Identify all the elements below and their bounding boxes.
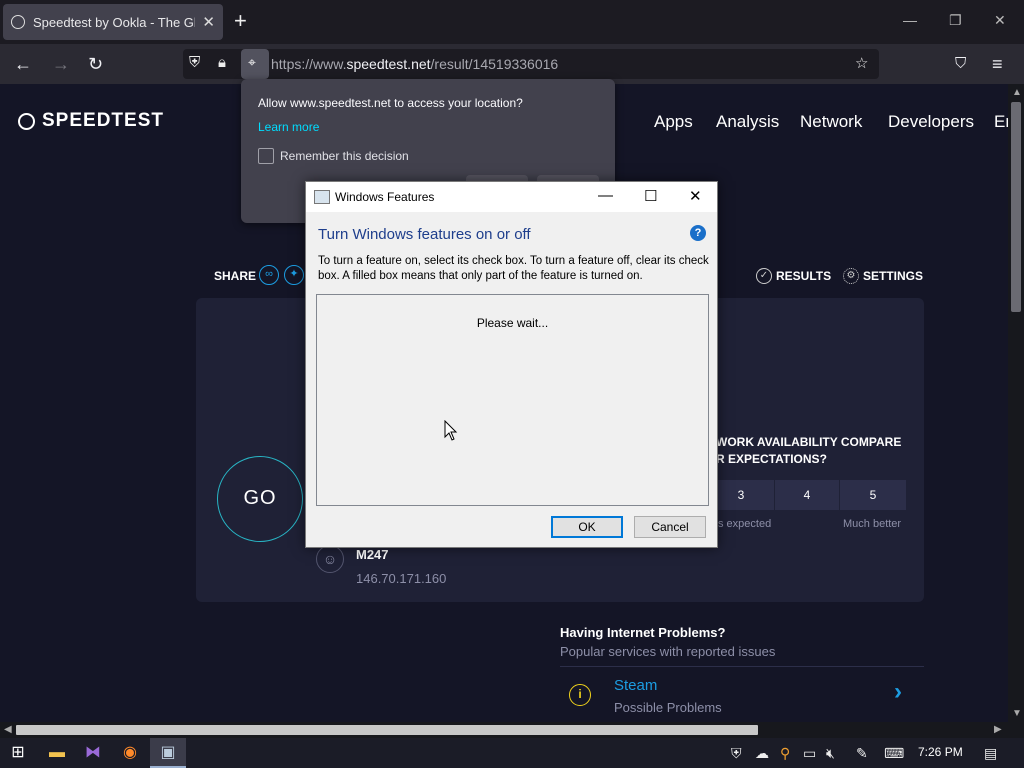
nav-language[interactable]: En — [994, 112, 1008, 132]
forward-icon[interactable]: → — [52, 53, 70, 75]
learn-more-link[interactable]: Learn more — [258, 120, 319, 134]
rating-high-label: Much better — [843, 518, 902, 530]
windows-features-dialog: Windows Features — ☐ ✕ Turn Windows feat… — [305, 181, 718, 548]
minimize-window-icon[interactable]: — — [903, 12, 917, 28]
go-button[interactable]: GO — [217, 456, 303, 542]
pen-icon[interactable]: ✎ — [856, 745, 868, 762]
twitter-icon[interactable]: ✦ — [284, 265, 304, 285]
rating-low-label: s expected — [718, 518, 772, 530]
windows-taskbar: ⊞ ▬ ⧓ ◉ ▣ ⛨ ☁ ⚲ ▭ 🔇︎ ✎ ⌨ 7:26 PM ▤ — [0, 738, 1024, 768]
results-link[interactable]: RESULTS — [776, 269, 831, 283]
share-label: SHARE — [214, 269, 257, 283]
nav-analysis[interactable]: Analysis — [716, 112, 779, 132]
settings-link[interactable]: SETTINGS — [863, 269, 923, 283]
dialog-title: Windows Features — [335, 190, 435, 204]
dialog-description: To turn a feature on, select its check b… — [318, 255, 709, 282]
mouse-pointer-icon — [444, 420, 458, 441]
speedtest-favicon-icon — [11, 15, 25, 29]
bookmark-star-icon[interactable]: ☆ — [855, 54, 868, 72]
settings-gear-icon[interactable]: ⚙ — [843, 268, 859, 284]
security-shield-icon[interactable]: ⛨ — [731, 745, 742, 762]
dialog-close-icon[interactable]: ✕ — [689, 187, 702, 205]
remember-decision-label[interactable]: Remember this decision — [280, 149, 409, 163]
tracking-protection-shield-icon[interactable]: ⛨ — [189, 54, 200, 71]
divider — [560, 666, 924, 667]
speedtest-gauge-icon — [18, 112, 35, 130]
visual-studio-icon[interactable]: ⧓ — [75, 738, 111, 768]
browser-nav-bar: ← → ↻ ⛨ 🔒︎ ⌖ https://www.speedtest.net/r… — [0, 44, 1024, 84]
results-check-icon[interactable]: ✓ — [756, 268, 772, 284]
scroll-up-icon[interactable]: ▲ — [1012, 87, 1022, 98]
lock-icon[interactable]: 🔒︎ — [218, 54, 226, 71]
back-icon[interactable]: ← — [14, 53, 32, 75]
availability-line-2: R EXPECTATIONS? — [716, 452, 827, 466]
horizontal-scroll-thumb[interactable] — [16, 725, 758, 735]
rating-4-button[interactable]: 4 — [775, 480, 839, 510]
scroll-right-icon[interactable]: ▶ — [994, 724, 1002, 735]
dialog-titlebar[interactable]: Windows Features — ☐ ✕ — [306, 182, 717, 212]
search-tray-icon[interactable]: ⚲ — [780, 745, 790, 762]
chevron-right-icon[interactable]: › — [894, 678, 902, 706]
browser-tab[interactable]: Speedtest by Ookla - The Global Broadban… — [3, 4, 223, 40]
scroll-down-icon[interactable]: ▼ — [1012, 708, 1022, 719]
service-name-link[interactable]: Steam — [614, 677, 657, 694]
address-bar[interactable]: ⛨ 🔒︎ ⌖ https://www.speedtest.net/result/… — [183, 49, 879, 79]
keyboard-icon[interactable]: ⌨ — [884, 745, 904, 762]
restore-window-icon[interactable]: ❐ — [949, 12, 962, 29]
info-icon: i — [569, 684, 591, 706]
firefox-icon[interactable]: ◉ — [112, 738, 148, 768]
cancel-button[interactable]: Cancel — [634, 516, 706, 538]
browser-tab-bar: Speedtest by Ookla - The Global Broadban… — [0, 0, 1024, 44]
dialog-maximize-icon[interactable]: ☐ — [644, 187, 657, 205]
dialog-minimize-icon[interactable]: — — [598, 187, 613, 204]
location-permission-icon[interactable]: ⌖ — [241, 49, 269, 79]
url-text[interactable]: https://www.speedtest.net/result/1451933… — [271, 56, 558, 72]
dialog-heading: Turn Windows features on or off — [318, 226, 531, 243]
nav-developers[interactable]: Developers — [888, 112, 974, 132]
windows-features-taskbar-icon[interactable]: ▣ — [150, 738, 186, 768]
permission-prompt: Allow www.speedtest.net to access your l… — [258, 96, 523, 110]
close-window-icon[interactable]: ✕ — [994, 12, 1006, 29]
cloud-off-icon[interactable]: ☁ — [755, 745, 769, 762]
windows-features-icon — [314, 190, 330, 204]
close-tab-icon[interactable]: ✕ — [202, 13, 215, 31]
availability-line-1: WORK AVAILABILITY COMPARE — [716, 435, 902, 449]
vertical-scrollbar[interactable]: ▲ ▼ — [1008, 84, 1024, 722]
ok-button[interactable]: OK — [551, 516, 623, 538]
isp-ip-address: 146.70.171.160 — [356, 571, 447, 586]
problems-subtitle: Popular services with reported issues — [560, 644, 776, 659]
availability-question: WORK AVAILABILITY COMPARE R EXPECTATIONS… — [716, 434, 916, 468]
app-menu-icon[interactable]: ≡ — [992, 53, 1003, 75]
user-icon: ☺ — [316, 545, 344, 573]
vertical-scroll-thumb[interactable] — [1011, 102, 1021, 312]
features-list[interactable]: Please wait... — [316, 294, 709, 506]
nav-network[interactable]: Network — [800, 112, 862, 132]
loading-message: Please wait... — [476, 316, 549, 330]
rating-5-button[interactable]: 5 — [840, 480, 906, 510]
help-icon[interactable]: ? — [690, 225, 706, 241]
network-icon[interactable]: ▭ — [803, 745, 816, 762]
logo-text: SPEEDTEST — [42, 110, 164, 131]
link-icon[interactable]: ∞ — [259, 265, 279, 285]
problems-title: Having Internet Problems? — [560, 625, 726, 640]
remember-decision-checkbox[interactable] — [258, 148, 274, 164]
start-button-windows-icon[interactable]: ⊞ — [0, 738, 36, 768]
volume-muted-icon[interactable]: 🔇︎ — [826, 745, 835, 762]
scrollbar-corner — [1008, 722, 1024, 738]
reload-icon[interactable]: ↻ — [88, 53, 103, 75]
taskbar-clock[interactable]: 7:26 PM — [918, 745, 963, 759]
notifications-icon[interactable]: ▤ — [984, 745, 997, 762]
service-status: Possible Problems — [614, 700, 722, 715]
tab-title: Speedtest by Ookla - The Global Broadban… — [33, 14, 195, 30]
nav-apps[interactable]: Apps — [654, 112, 693, 132]
pocket-icon[interactable]: ⛉ — [955, 53, 966, 75]
scroll-left-icon[interactable]: ◀ — [4, 724, 12, 735]
speedtest-logo[interactable]: SPEEDTEST — [18, 110, 164, 132]
isp-name: M247 — [356, 547, 389, 562]
horizontal-scrollbar[interactable]: ◀ ▶ — [0, 722, 1008, 738]
file-explorer-icon[interactable]: ▬ — [39, 738, 75, 768]
new-tab-button[interactable]: + — [234, 9, 247, 33]
